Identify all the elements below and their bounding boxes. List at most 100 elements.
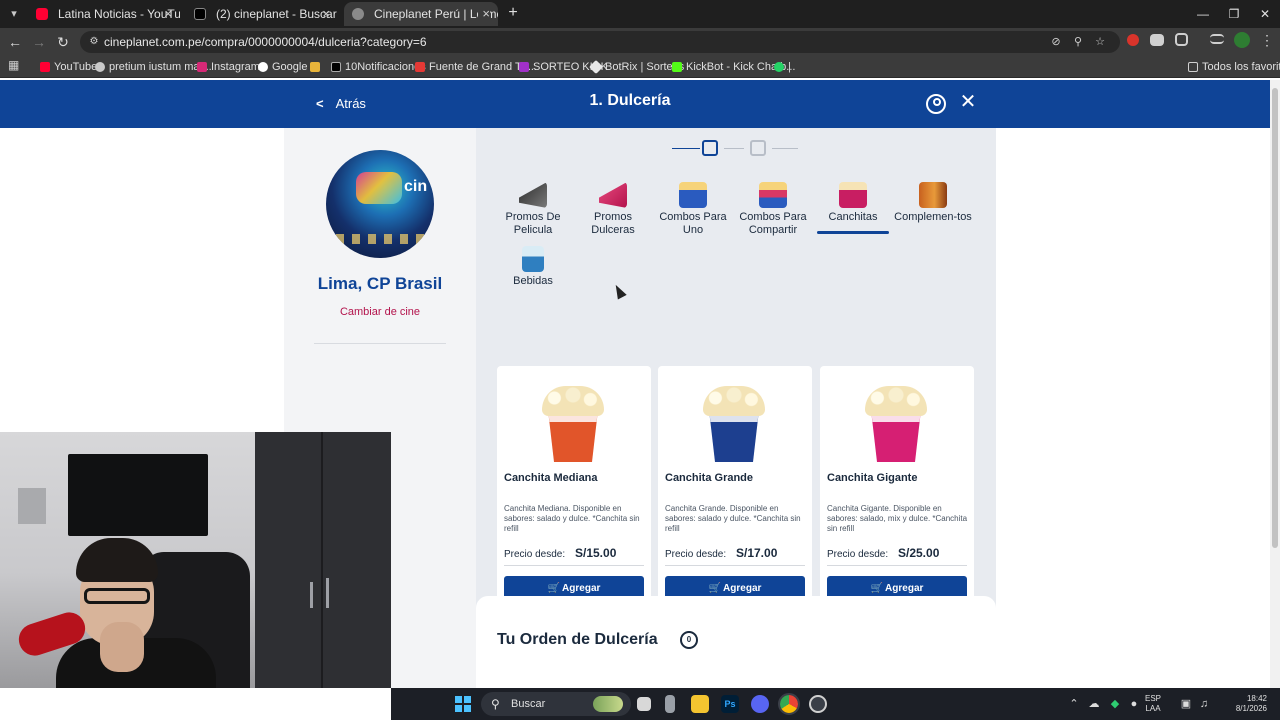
snack-icon (919, 182, 947, 208)
menu-dots-icon[interactable]: ⋮ (1260, 32, 1276, 48)
bookmark-instagram[interactable]: Instagram (197, 59, 260, 75)
site-header: < Atrás 1. Dulcería ✕ (0, 80, 1270, 128)
windows-start-icon[interactable] (455, 696, 471, 712)
network-icon[interactable]: ▣ (1179, 697, 1193, 711)
popcorn-image (865, 386, 927, 462)
category-label: Bebidas (513, 275, 553, 287)
category-combos-compartir[interactable]: Combos Para Compartir (733, 182, 813, 237)
product-description: Canchita Mediana. Disponible en sabores:… (504, 504, 640, 533)
cinema-photo: cin (326, 150, 434, 258)
snack-step-icon (702, 140, 718, 156)
taskbar-search[interactable]: ⚲ Buscar (481, 692, 631, 716)
price-label: Precio desde: (827, 549, 889, 560)
bookmark-icon-only[interactable] (310, 59, 326, 75)
bookmark-pretium[interactable]: pretium iustum mat... (95, 59, 212, 75)
tab-search-button[interactable]: ▾ (6, 6, 22, 22)
minimize-icon[interactable]: — (1186, 0, 1220, 28)
language-indicator[interactable]: ESP LAA (1145, 694, 1161, 714)
key-icon[interactable]: ⚲ (1070, 34, 1086, 50)
bookmark-google[interactable]: Google (258, 59, 307, 75)
microphone-icon[interactable]: ● (1127, 697, 1141, 711)
close-tab-icon[interactable]: × (478, 2, 490, 26)
reload-icon[interactable]: ↻ (53, 32, 73, 52)
extension-red-icon[interactable] (1127, 34, 1139, 46)
forward-arrow-icon[interactable]: → (29, 32, 49, 52)
category-canchitas[interactable]: Canchitas (813, 182, 893, 234)
back-button[interactable]: < Atrás (316, 93, 366, 115)
reading-list-icon[interactable] (1210, 34, 1224, 44)
category-combos-uno[interactable]: Combos Para Uno (653, 182, 733, 237)
volume-icon[interactable]: ♫ (1197, 697, 1211, 711)
category-label: Promos Dulceras (591, 211, 635, 236)
door-seam (321, 432, 323, 688)
close-icon[interactable]: ✕ (957, 91, 979, 113)
drink-icon (522, 246, 544, 272)
category-promos-pelicula[interactable]: Promos De Pelicula (493, 182, 573, 237)
browser-tab-strip: ▾ Latina Noticias - YouTube × (2) cinepl… (0, 0, 1280, 28)
star-icon[interactable]: ☆ (1092, 34, 1108, 50)
cinema-name: Lima, CP Brasil (317, 274, 443, 293)
user-icon[interactable] (926, 94, 946, 114)
change-cinema-link[interactable]: Cambiar de cine (284, 306, 476, 318)
restore-icon[interactable]: ❐ (1217, 0, 1251, 28)
category-complementos[interactable]: Complemen-tos (893, 182, 973, 224)
tab-x-search[interactable]: (2) cineplanet - Buscar / X × (186, 2, 338, 26)
step-indicator (672, 138, 802, 160)
x-icon (194, 8, 206, 20)
chevron-up-icon[interactable]: ⌃ (1067, 697, 1081, 711)
megaphone-icon (599, 182, 627, 208)
megaphone-icon (519, 182, 547, 208)
page-scrollbar[interactable] (1270, 80, 1280, 688)
webcam-overlay (0, 432, 391, 688)
order-count-badge[interactable]: 0 (680, 631, 698, 649)
product-name: Canchita Grande (665, 472, 754, 484)
bookmark-10notificaciones[interactable]: 10Notificaciones (331, 59, 426, 75)
product-price: S/25.00 (898, 546, 940, 560)
product-price: S/17.00 (736, 546, 778, 560)
file-explorer-icon[interactable] (691, 695, 709, 713)
close-window-icon[interactable]: ✕ (1248, 0, 1280, 28)
bookmark-whatsapp[interactable]: | (774, 59, 791, 75)
streamer-hand (100, 622, 144, 672)
address-bar[interactable]: ⚙ cineplanet.com.pe/compra/0000000004/du… (80, 31, 1120, 53)
app-icon[interactable] (665, 695, 675, 713)
tab-cineplanet[interactable]: Cineplanet Perú | Lo mejor del × (344, 2, 498, 26)
discord-icon[interactable] (751, 695, 769, 713)
cineplanet-logo (356, 172, 402, 204)
taskbar-clock[interactable]: 18:42 8/1/2026 (1227, 694, 1267, 714)
site-info-icon[interactable]: ⚙ (86, 34, 102, 50)
bookmark-youtube[interactable]: YouTube (40, 59, 97, 75)
photoshop-icon[interactable]: Ps (721, 695, 739, 713)
chrome-icon[interactable] (778, 693, 800, 715)
back-label: Atrás (335, 96, 366, 111)
extension-icon[interactable] (1150, 34, 1164, 46)
search-highlight-art (593, 696, 623, 712)
close-tab-icon[interactable]: × (164, 2, 172, 26)
all-bookmarks-folder[interactable]: Todos los favoritos (1188, 59, 1280, 75)
tab-youtube[interactable]: Latina Noticias - YouTube × (28, 2, 180, 26)
add-label: Agregar (723, 583, 762, 594)
task-view-icon[interactable] (637, 697, 651, 711)
streamer-hair (76, 538, 158, 582)
apps-grid-icon[interactable]: ▦ (8, 59, 20, 71)
category-label: Combos Para Uno (659, 211, 727, 236)
popcorn-image (542, 386, 604, 462)
close-tab-icon[interactable]: × (322, 2, 330, 26)
profile-avatar[interactable] (1234, 32, 1250, 48)
scrollbar-thumb[interactable] (1272, 88, 1278, 548)
category-bebidas[interactable]: Bebidas (493, 246, 573, 288)
google-icon (258, 62, 268, 72)
puzzle-icon[interactable] (1175, 33, 1188, 46)
back-arrow-icon[interactable]: ← (5, 32, 25, 52)
category-promos-dulceras[interactable]: Promos Dulceras (573, 182, 653, 237)
eye-off-icon[interactable]: ⊘ (1048, 34, 1064, 50)
cart-icon: 🛒 (708, 583, 722, 594)
bookmark-botrix[interactable]: BotRix | Sorteos (588, 59, 684, 75)
glasses (84, 588, 150, 604)
shield-icon[interactable]: ◆ (1108, 697, 1122, 711)
price-label: Precio desde: (665, 549, 727, 560)
app-icon[interactable] (809, 695, 827, 713)
cloud-icon[interactable]: ☁ (1087, 697, 1101, 711)
new-tab-button[interactable]: + (504, 4, 522, 22)
divider (665, 565, 805, 566)
